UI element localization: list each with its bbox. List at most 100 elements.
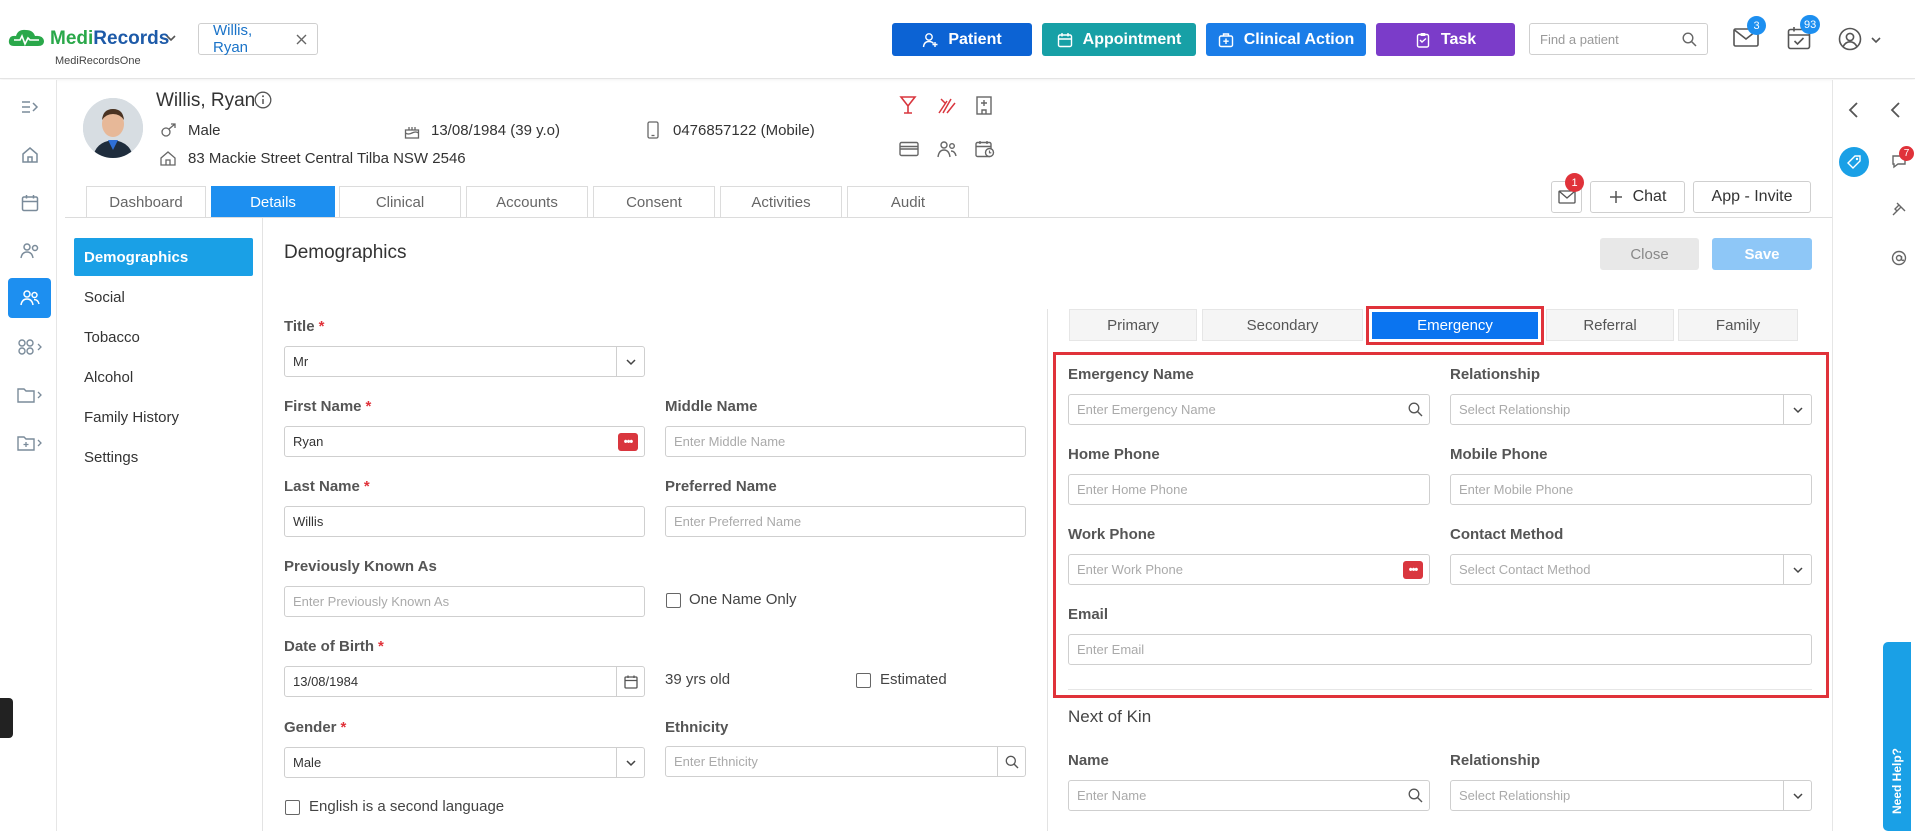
tab-audit[interactable]: Audit xyxy=(847,186,969,217)
tab-clinical[interactable]: Clinical xyxy=(339,186,461,217)
clinical-action-label: Clinical Action xyxy=(1243,30,1355,48)
patients-icon[interactable] xyxy=(8,278,51,318)
tab-consent[interactable]: Consent xyxy=(593,186,715,217)
calendar-icon[interactable] xyxy=(8,183,51,223)
middle-name-field[interactable]: Enter Middle Name xyxy=(665,426,1026,457)
tab-emergency[interactable]: Emergency xyxy=(1372,312,1538,339)
search-icon[interactable] xyxy=(1682,31,1697,47)
subnav-family-history[interactable]: Family History xyxy=(74,398,253,436)
tab-referral[interactable]: Referral xyxy=(1546,309,1674,341)
hospital-icon[interactable] xyxy=(975,95,993,115)
new-patient-button[interactable]: Patient xyxy=(892,23,1032,56)
chevron-down-icon[interactable] xyxy=(1783,781,1811,810)
expand-menu-icon[interactable] xyxy=(8,87,51,127)
chevron-down-icon[interactable] xyxy=(616,347,644,376)
first-name-field[interactable]: Ryan ••• xyxy=(284,426,645,457)
subnav-settings[interactable]: Settings xyxy=(74,438,253,476)
kin-name-field[interactable]: Enter Name xyxy=(1068,780,1430,811)
apps-icon[interactable] xyxy=(8,327,51,367)
last-name-label: Last Name * xyxy=(284,478,370,495)
alcohol-alert-icon[interactable] xyxy=(899,95,917,115)
emergency-form-divider xyxy=(1068,689,1812,690)
search-icon[interactable] xyxy=(997,747,1025,776)
app-invite-button[interactable]: App - Invite xyxy=(1693,181,1811,213)
contact-method-placeholder: Select Contact Method xyxy=(1459,562,1591,577)
mail-icon[interactable]: 3 xyxy=(1733,16,1766,48)
chevron-down-icon[interactable] xyxy=(616,748,644,777)
info-icon[interactable] xyxy=(254,91,272,109)
search-icon[interactable] xyxy=(1401,395,1429,424)
new-appointment-button[interactable]: Appointment xyxy=(1042,23,1196,56)
estimated-label: Estimated xyxy=(880,671,947,688)
tab-accounts[interactable]: Accounts xyxy=(466,186,588,217)
mobile-phone-field[interactable]: Enter Mobile Phone xyxy=(1450,474,1812,505)
subnav-social[interactable]: Social xyxy=(74,278,253,316)
chat-bubble-icon[interactable]: 7 xyxy=(1891,146,1914,169)
subnav-demographics[interactable]: Demographics xyxy=(74,238,253,276)
allergy-alert-icon[interactable] xyxy=(937,95,957,115)
clinical-icon[interactable] xyxy=(8,231,51,271)
tab-details[interactable]: Details xyxy=(211,186,335,217)
emergency-name-field[interactable]: Enter Emergency Name xyxy=(1068,394,1430,425)
need-help-tab[interactable]: Need Help? xyxy=(1883,642,1911,831)
medical-kit-icon xyxy=(1218,32,1234,48)
one-name-only-checkbox[interactable] xyxy=(666,593,681,608)
previously-known-as-field[interactable]: Enter Previously Known As xyxy=(284,586,645,617)
chat-button[interactable]: Chat xyxy=(1590,181,1685,213)
patient-chip[interactable]: Willis, Ryan xyxy=(198,22,318,56)
tab-secondary[interactable]: Secondary xyxy=(1202,309,1363,341)
chevron-down-icon[interactable] xyxy=(1783,555,1811,584)
chevron-down-icon[interactable] xyxy=(165,32,177,44)
email-field[interactable]: Enter Email xyxy=(1068,634,1812,665)
close-button[interactable]: Close xyxy=(1600,238,1699,270)
collapse-left-chevron-icon[interactable] xyxy=(1847,101,1859,119)
clinical-action-button[interactable]: Clinical Action xyxy=(1206,23,1366,56)
chevron-down-icon[interactable] xyxy=(1783,395,1811,424)
pin-icon[interactable] xyxy=(1891,201,1907,217)
user-menu-chevron-icon[interactable] xyxy=(1870,34,1882,46)
tab-family[interactable]: Family xyxy=(1678,309,1798,341)
estimated-checkbox[interactable] xyxy=(856,673,871,688)
folder-add-icon[interactable] xyxy=(8,423,51,463)
home-icon[interactable] xyxy=(8,135,51,175)
gender-select[interactable]: Male xyxy=(284,747,645,778)
ethnicity-field[interactable]: Enter Ethnicity xyxy=(665,746,1026,777)
more-options-icon[interactable]: ••• xyxy=(618,433,638,451)
side-tab-handle[interactable] xyxy=(0,698,13,738)
appointment-history-icon[interactable] xyxy=(975,140,995,158)
brand-name[interactable]: MediRecords xyxy=(50,28,169,50)
user-avatar-icon[interactable] xyxy=(1838,27,1862,51)
preferred-name-field[interactable]: Enter Preferred Name xyxy=(665,506,1026,537)
calendar-icon[interactable] xyxy=(616,667,644,696)
message-button[interactable]: 1 xyxy=(1551,173,1584,213)
dob-field[interactable]: 13/08/1984 xyxy=(284,666,645,697)
tag-icon[interactable] xyxy=(1839,147,1869,177)
top-bar: MediRecords MediRecordsOne Willis, Ryan … xyxy=(0,0,1915,79)
work-phone-field[interactable]: Enter Work Phone ••• xyxy=(1068,554,1430,585)
save-button[interactable]: Save xyxy=(1712,238,1812,270)
close-icon[interactable] xyxy=(296,34,307,45)
contact-method-select[interactable]: Select Contact Method xyxy=(1450,554,1812,585)
find-patient-input[interactable]: Find a patient xyxy=(1529,23,1708,55)
relationship-select[interactable]: Select Relationship xyxy=(1450,394,1812,425)
tab-dashboard[interactable]: Dashboard xyxy=(86,186,206,217)
english-second-language-checkbox[interactable] xyxy=(285,800,300,815)
birthday-cake-icon xyxy=(404,121,420,139)
new-task-button[interactable]: Task xyxy=(1376,23,1515,56)
title-select[interactable]: Mr xyxy=(284,346,645,377)
kin-relationship-select[interactable]: Select Relationship xyxy=(1450,780,1812,811)
search-icon[interactable] xyxy=(1401,781,1429,810)
tab-primary[interactable]: Primary xyxy=(1069,309,1197,341)
tasks-icon[interactable]: 93 xyxy=(1787,15,1821,50)
folder-icon[interactable] xyxy=(8,375,51,415)
more-options-icon[interactable]: ••• xyxy=(1403,561,1423,579)
home-phone-field[interactable]: Enter Home Phone xyxy=(1068,474,1430,505)
mention-icon[interactable] xyxy=(1891,250,1907,266)
family-icon[interactable] xyxy=(937,140,957,158)
subnav-tobacco[interactable]: Tobacco xyxy=(74,318,253,356)
tab-activities[interactable]: Activities xyxy=(720,186,842,217)
subnav-alcohol[interactable]: Alcohol xyxy=(74,358,253,396)
card-icon[interactable] xyxy=(899,141,919,157)
collapse-panel-chevron-icon[interactable] xyxy=(1889,101,1901,119)
last-name-field[interactable]: Willis xyxy=(284,506,645,537)
